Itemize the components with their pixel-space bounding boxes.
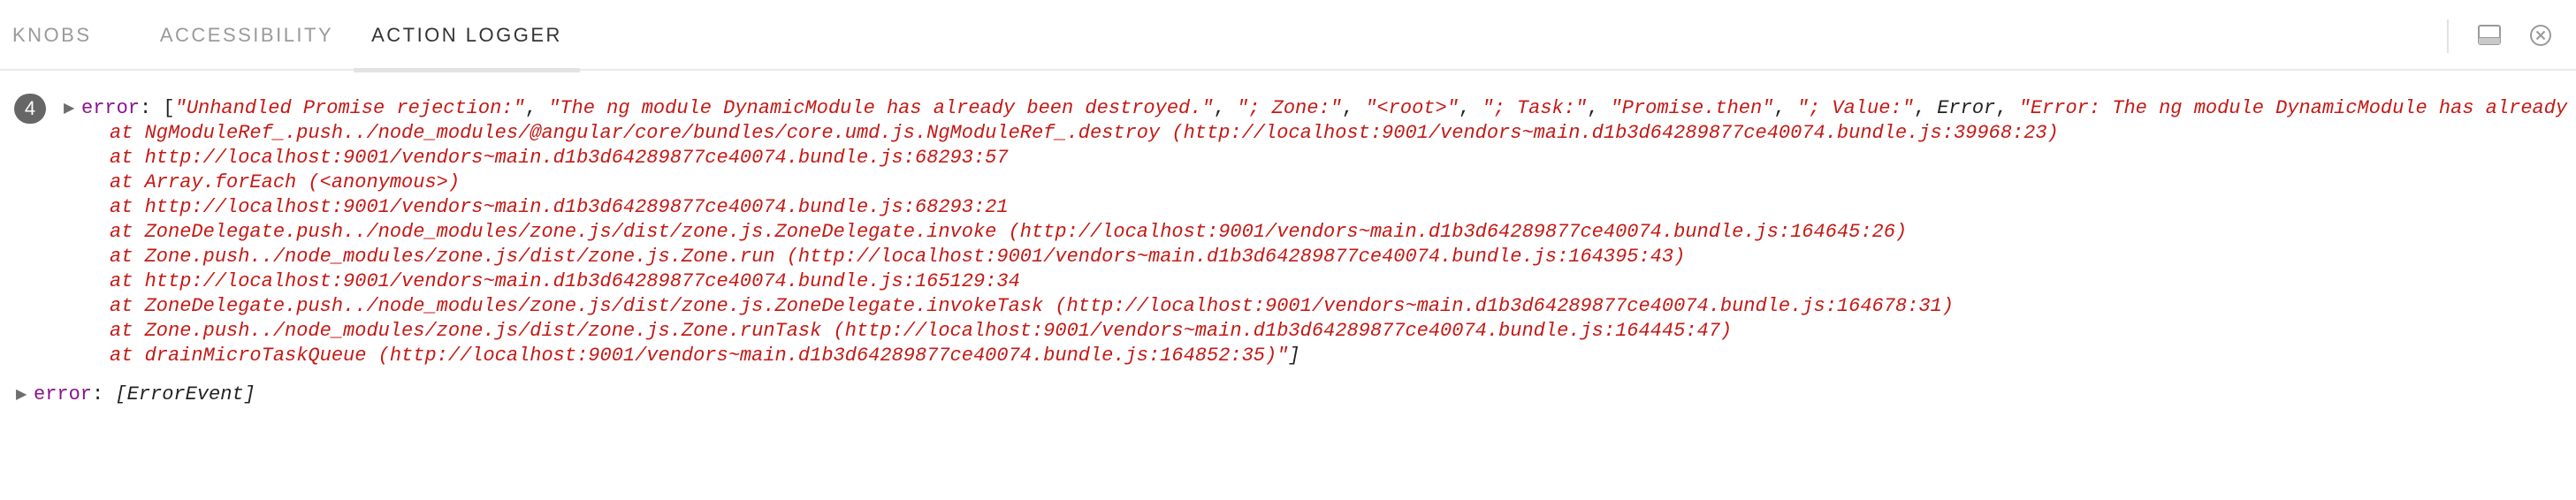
log-string: "Unhandled Promise rejection:" [174,97,525,119]
stack-trace-line: at http://localhost:9001/vendors~main.d1… [110,147,1009,169]
tab-accessibility[interactable]: ACCESSIBILITY [154,0,339,71]
log-object-value: [ErrorEvent] [115,383,255,405]
comma: , [524,97,549,119]
comma: , [1587,97,1611,119]
comma: , [1341,97,1366,119]
stack-trace-line: at ZoneDelegate.push../node_modules/zone… [110,295,1954,317]
array-close-bracket: ] [1288,345,1300,367]
log-entry-error-array: ▶ error: ["Unhandled Promise rejection:",… [64,95,2567,368]
stack-trace-line: at ZoneDelegate.push../node_modules/zone… [110,221,1908,243]
comma: , [1213,97,1238,119]
log-string: "; Zone:" [1237,97,1342,119]
expand-arrow-icon[interactable]: ▶ [64,95,81,120]
log-separator: : [140,97,164,119]
tab-action-logger[interactable]: ACTION LOGGER [354,0,580,72]
log-string: "Promise.then" [1610,97,1774,119]
log-string: "The ng module DynamicModule has already… [548,97,1214,119]
log-key: error [81,97,141,119]
toolbar-divider [2447,19,2449,53]
tab-knobs[interactable]: KNOBS [12,0,140,71]
expand-arrow-icon[interactable]: ▶ [16,382,34,406]
comma: , [1995,97,2019,119]
stack-trace-line: at Zone.push../node_modules/zone.js/dist… [110,246,1686,268]
stack-trace-line: at Array.forEach (<anonymous>) [110,171,461,193]
stack-trace-line: at NgModuleRef_.push../node_modules/@ang… [110,122,2059,144]
addon-tab-bar: KNOBS ACCESSIBILITY ACTION LOGGER [0,0,2576,72]
log-string: "; Value:" [1796,97,1914,119]
close-circle-icon[interactable] [2528,23,2553,48]
log-string: "Error: The ng module DynamicModule has … [2018,97,2568,119]
stack-trace-text: at drainMicroTaskQueue (http://localhost… [110,345,1289,367]
stack-trace-line: at http://localhost:9001/vendors~main.d1… [110,196,1009,218]
log-key: error [34,383,93,405]
comma: , [1458,97,1482,119]
log-string: "; Task:" [1482,97,1588,119]
stack-trace-line: at http://localhost:9001/vendors~main.d1… [110,270,1020,292]
log-entry-error-event: ▶ error: [ErrorEvent] [16,382,255,407]
log-separator: : [92,383,116,405]
panel-layout-icon[interactable] [2477,23,2502,48]
comma: , [1773,97,1797,119]
stack-trace-line-last: at drainMicroTaskQueue (http://localhost… [64,344,2567,368]
stack-trace-line: at Zone.push../node_modules/zone.js/dist… [110,320,1733,342]
array-open-bracket: [ [163,97,175,119]
log-object-value: Error [1937,97,1996,119]
log-count-badge: 4 [14,94,46,124]
action-log-list: 4 ▶ error: ["Unhandled Promise rejection:… [0,71,2576,500]
log-string: "<root>" [1365,97,1459,119]
comma: , [1913,97,1938,119]
